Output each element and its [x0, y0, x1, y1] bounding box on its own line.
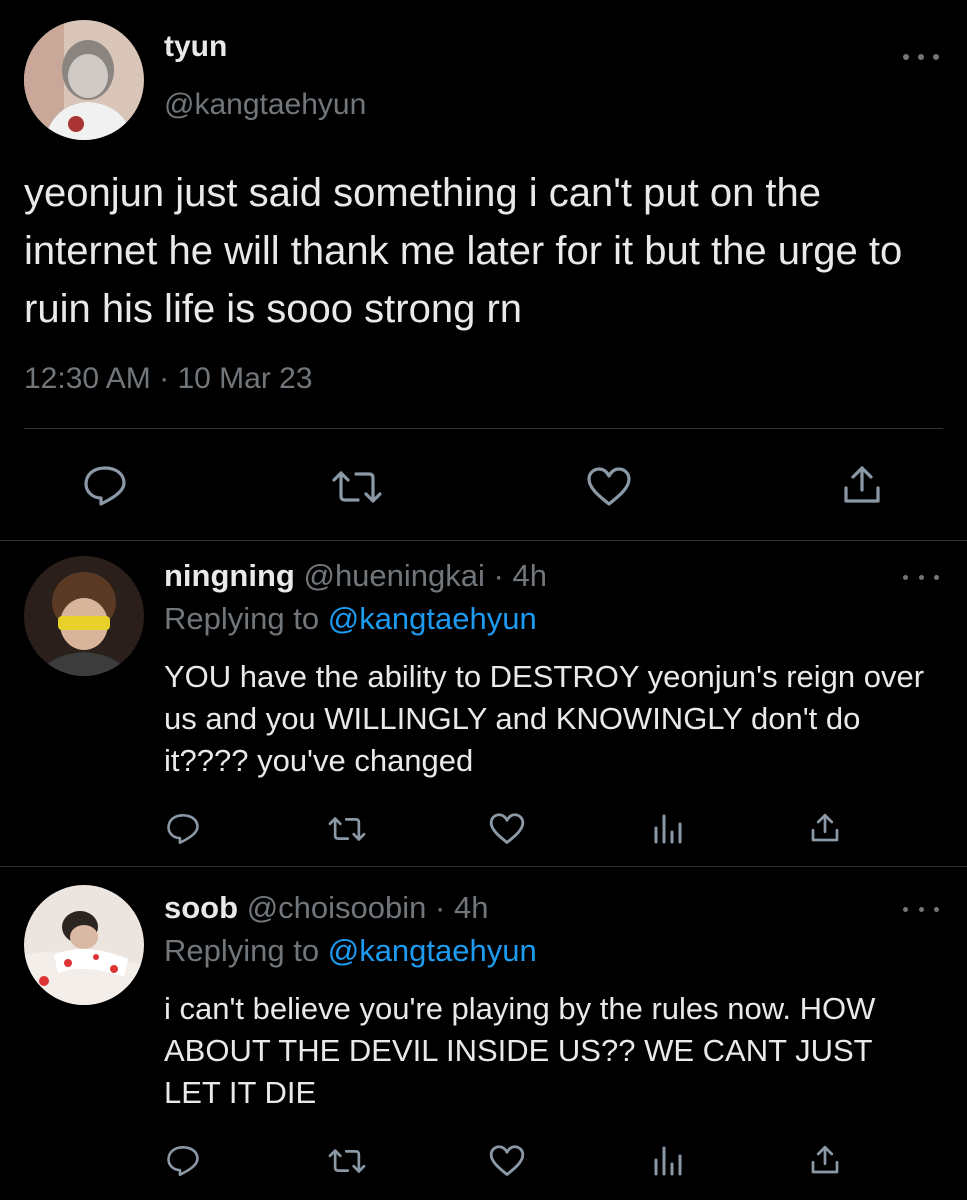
avatar-soob[interactable]: [24, 885, 144, 1005]
more-icon[interactable]: [903, 570, 939, 584]
more-icon[interactable]: [903, 50, 939, 64]
reply-display-name[interactable]: ningning: [164, 558, 295, 593]
share-icon[interactable]: [842, 464, 882, 506]
reply-text: i can't believe you're playing by the ru…: [164, 991, 876, 1110]
reply-icon[interactable]: [166, 813, 200, 845]
avatar-ningning[interactable]: [24, 556, 144, 676]
views-icon[interactable]: [652, 1144, 684, 1176]
main-tweet-text: yeonjun just said something i can't put …: [24, 171, 903, 331]
like-icon[interactable]: [585, 466, 633, 508]
reply-header: ningning @hueningkai · 4h: [164, 558, 547, 594]
reply-icon[interactable]: [166, 1145, 200, 1177]
reply-separator: ·: [435, 890, 446, 925]
reply-handle[interactable]: @choisoobin: [247, 890, 427, 925]
main-time: 12:30 AM: [24, 362, 151, 395]
reply-handle[interactable]: @hueningkai: [303, 558, 484, 593]
reply-icon[interactable]: [83, 465, 127, 507]
views-icon[interactable]: [652, 812, 684, 844]
share-icon[interactable]: [810, 812, 840, 844]
main-handle[interactable]: @kangtaehyun: [164, 88, 366, 122]
like-icon[interactable]: [488, 1144, 526, 1178]
replying-to: Replying to @kangtaehyun: [164, 601, 537, 637]
avatar-tyun[interactable]: [24, 20, 144, 140]
divider: [0, 540, 967, 541]
like-icon[interactable]: [488, 812, 526, 846]
replying-to-prefix: Replying to: [164, 601, 320, 636]
main-timestamp[interactable]: 12:30 AM · 10 Mar 23: [24, 362, 313, 396]
reply-age[interactable]: 4h: [454, 890, 488, 925]
replying-to-link[interactable]: @kangtaehyun: [328, 601, 537, 636]
reply-separator: ·: [493, 558, 504, 593]
retweet-icon[interactable]: [330, 470, 384, 504]
replying-to-link[interactable]: @kangtaehyun: [328, 933, 537, 968]
reply-text: YOU have the ability to DESTROY yeonjun'…: [164, 659, 925, 778]
replying-to-prefix: Replying to: [164, 933, 320, 968]
main-date: 10 Mar 23: [177, 362, 313, 395]
share-icon[interactable]: [810, 1144, 840, 1176]
more-icon[interactable]: [903, 902, 939, 916]
reply-display-name[interactable]: soob: [164, 890, 238, 925]
replying-to: Replying to @kangtaehyun: [164, 933, 537, 969]
retweet-icon[interactable]: [327, 1148, 367, 1174]
divider: [0, 866, 967, 867]
main-display-name[interactable]: tyun: [164, 30, 227, 64]
divider: [24, 428, 943, 429]
reply-age[interactable]: 4h: [512, 558, 546, 593]
retweet-icon[interactable]: [327, 816, 367, 842]
timestamp-separator: ·: [159, 362, 170, 395]
reply-header: soob @choisoobin · 4h: [164, 890, 488, 926]
